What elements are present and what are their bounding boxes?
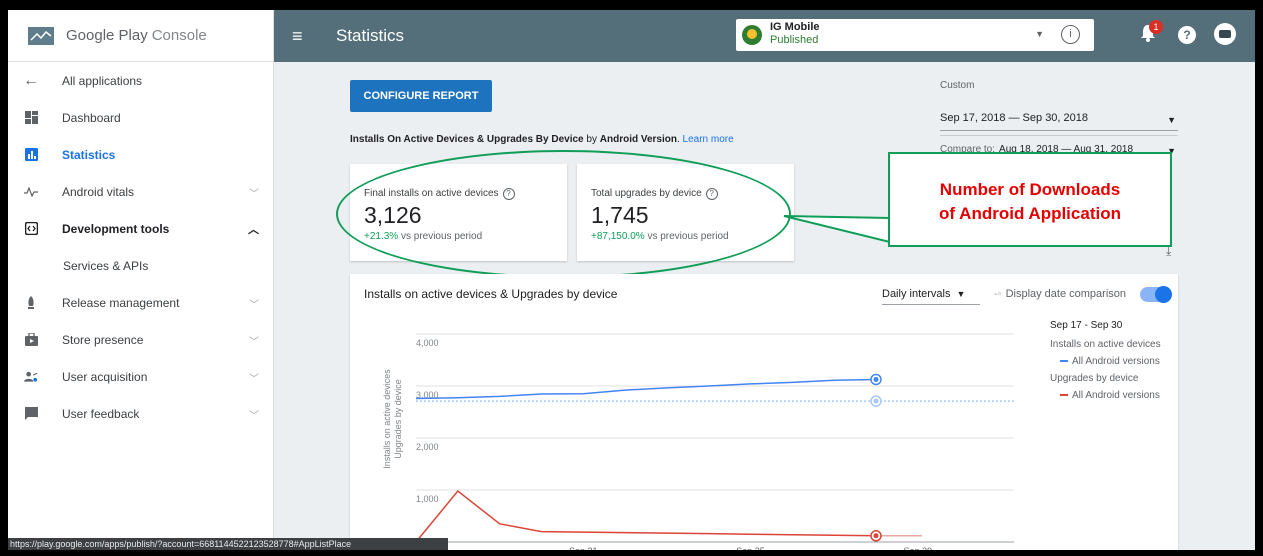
brand-suffix: Console bbox=[151, 27, 207, 44]
report-by: by bbox=[583, 134, 600, 145]
installs-series-line bbox=[415, 378, 877, 400]
date-range-value: Sep 17, 2018 — Sep 30, 2018 bbox=[940, 112, 1089, 124]
sidebar-item-label: Release management bbox=[62, 295, 180, 310]
brand[interactable]: Google Play Console bbox=[8, 10, 273, 62]
report-metrics: Installs On Active Devices & Upgrades By… bbox=[350, 134, 584, 145]
app-selector[interactable]: IG Mobile Published ▼ i bbox=[736, 19, 1094, 51]
dashboard-icon bbox=[24, 111, 38, 125]
callout-text: Number of Downloads of Android Applicati… bbox=[939, 180, 1121, 223]
bar-chart-icon bbox=[24, 148, 38, 162]
legend-item-installs[interactable]: All Android versions bbox=[1050, 356, 1170, 367]
y-tick-label: 2,000 bbox=[416, 442, 439, 452]
chevron-up-icon: ︿ bbox=[248, 224, 259, 236]
notification-count-badge: 1 bbox=[1149, 20, 1163, 34]
dropdown-arrow-icon: ▼ bbox=[956, 289, 966, 299]
annotation-ellipse bbox=[336, 150, 791, 278]
sidebar-item-statistics[interactable]: Statistics bbox=[8, 136, 273, 173]
feedback-icon bbox=[24, 407, 38, 421]
y-tick-label: 1,000 bbox=[416, 494, 439, 504]
top-app-bar: ≡ Statistics IG Mobile Published ▼ i 1 ? bbox=[274, 10, 1255, 62]
sidebar-item-services-apis[interactable]: Services & APIs bbox=[8, 247, 273, 284]
download-icon[interactable]: ⤓ bbox=[1166, 244, 1171, 259]
code-icon bbox=[24, 222, 38, 236]
sidebar-item-development-tools[interactable]: Development tools ︿ bbox=[8, 210, 273, 247]
browser-viewport: Google Play Console ← All applications D… bbox=[8, 10, 1255, 550]
app-name: IG Mobile bbox=[770, 21, 820, 33]
legend-group-installs: Installs on active devices bbox=[1050, 339, 1161, 350]
sidebar-item-all-applications[interactable]: ← All applications bbox=[8, 62, 273, 99]
sidebar-item-label: Statistics bbox=[62, 147, 116, 162]
app-status: Published bbox=[770, 34, 819, 46]
chart-legend: Sep 17 - Sep 30 Installs on active devic… bbox=[1050, 320, 1170, 401]
dashed-line-icon: -◦ bbox=[994, 288, 1002, 300]
sidebar-item-android-vitals[interactable]: Android vitals ﹀ bbox=[8, 173, 273, 210]
chevron-down-icon: ﹀ bbox=[249, 189, 259, 200]
legend-group-upgrades: Upgrades by device bbox=[1050, 373, 1139, 384]
brand-name: Google Play bbox=[66, 27, 148, 44]
sidebar-item-label: All applications bbox=[62, 73, 143, 88]
series-end-point-dot bbox=[873, 398, 879, 404]
menu-icon[interactable]: ≡ bbox=[292, 27, 303, 45]
chevron-down-icon: ﹀ bbox=[249, 300, 259, 311]
series-end-point-dot bbox=[873, 376, 879, 382]
info-icon[interactable]: i bbox=[1061, 25, 1080, 44]
report-description: Installs On Active Devices & Upgrades By… bbox=[350, 134, 734, 145]
sidebar-item-dashboard[interactable]: Dashboard bbox=[8, 99, 273, 136]
sidebar-item-user-acquisition[interactable]: User acquisition ﹀ bbox=[8, 358, 273, 395]
chevron-down-icon: ﹀ bbox=[249, 374, 259, 385]
series-end-point-dot bbox=[873, 533, 879, 539]
help-icon[interactable]: ? bbox=[1178, 26, 1196, 44]
report-dimension: Android Version bbox=[599, 134, 677, 145]
upgrades-series-line bbox=[415, 489, 877, 543]
status-bar-url: https://play.google.com/apps/publish/?ac… bbox=[8, 538, 448, 550]
date-mode-label: Custom bbox=[940, 80, 975, 91]
date-comparison-toggle[interactable] bbox=[1140, 286, 1172, 303]
sidebar: Google Play Console ← All applications D… bbox=[8, 10, 274, 550]
configure-report-button[interactable]: CONFIGURE REPORT bbox=[350, 80, 492, 112]
chevron-down-icon: ﹀ bbox=[249, 337, 259, 348]
x-tick-label: Sep 29 bbox=[904, 546, 933, 550]
y-axis-label: Upgrades by device bbox=[393, 379, 403, 459]
sidebar-item-label: Android vitals bbox=[62, 184, 135, 199]
chevron-down-icon: ﹀ bbox=[249, 411, 259, 422]
arrow-back-icon: ← bbox=[23, 71, 39, 89]
store-icon bbox=[24, 333, 38, 347]
date-comparison-label: -◦ Display date comparison bbox=[994, 288, 1127, 300]
y-axis-label: Installs on active devices bbox=[382, 369, 392, 469]
dropdown-arrow-icon: ▼ bbox=[1167, 115, 1176, 125]
rocket-icon bbox=[24, 295, 38, 310]
legend-range: Sep 17 - Sep 30 bbox=[1050, 320, 1123, 331]
page-title: Statistics bbox=[336, 26, 405, 45]
interval-select[interactable]: Daily intervals ▼ bbox=[882, 288, 980, 305]
annotation-callout: Number of Downloads of Android Applicati… bbox=[888, 152, 1172, 247]
account-avatar[interactable] bbox=[1214, 23, 1236, 45]
vitals-icon bbox=[24, 185, 38, 199]
chart-card: 4,000 3,000 2,000 1,000 Installs on active d… bbox=[350, 274, 1178, 550]
date-range-select[interactable]: Sep 17, 2018 — Sep 30, 2018 ▼ bbox=[940, 112, 1178, 131]
dropdown-arrow-icon[interactable]: ▼ bbox=[1035, 29, 1044, 39]
chart-title: Installs on active devices & Upgrades by… bbox=[364, 287, 618, 301]
learn-more-link[interactable]: Learn more bbox=[683, 134, 734, 145]
sidebar-item-user-feedback[interactable]: User feedback ﹀ bbox=[8, 395, 273, 432]
main-content: CONFIGURE REPORT Installs On Active Devi… bbox=[274, 62, 1255, 550]
sidebar-item-label: Development tools bbox=[62, 221, 170, 236]
play-console-logo-icon bbox=[28, 26, 54, 45]
x-tick-label: Sep 25 bbox=[736, 546, 765, 550]
sidebar-item-label: User acquisition bbox=[62, 369, 148, 384]
line-chart: 4,0003,0002,0001,000Installs on active d… bbox=[382, 333, 1014, 550]
people-icon bbox=[24, 370, 38, 384]
y-tick-label: 4,000 bbox=[416, 338, 439, 348]
sidebar-item-label: Dashboard bbox=[62, 110, 121, 125]
legend-item-upgrades[interactable]: All Android versions bbox=[1050, 390, 1170, 401]
sidebar-item-label: User feedback bbox=[62, 406, 140, 421]
sidebar-item-release-management[interactable]: Release management ﹀ bbox=[8, 284, 273, 321]
sidebar-item-store-presence[interactable]: Store presence ﹀ bbox=[8, 321, 273, 358]
app-icon bbox=[742, 25, 762, 45]
sidebar-item-label: Store presence bbox=[62, 332, 144, 347]
sidebar-item-label: Services & APIs bbox=[63, 258, 149, 273]
x-tick-label: Sep 21 bbox=[569, 546, 598, 550]
